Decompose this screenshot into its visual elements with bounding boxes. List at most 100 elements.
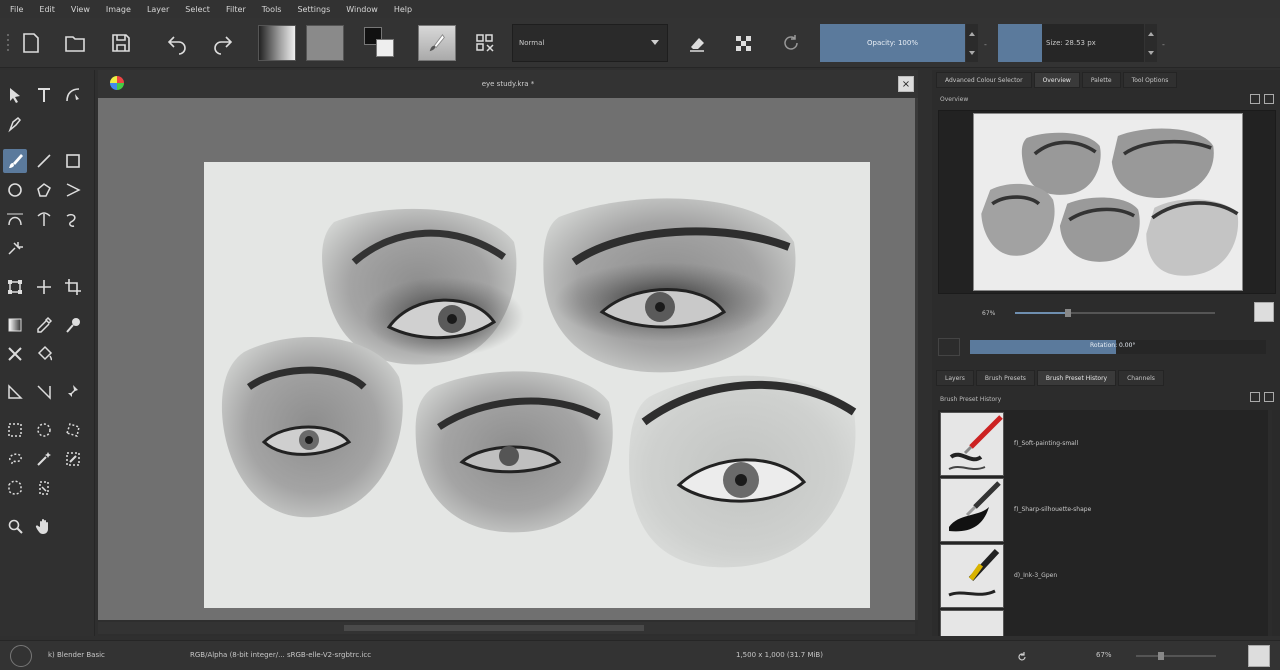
status-color-space[interactable]: RGB/Alpha (8-bit integer/... sRGB-elle-V… [190,651,371,659]
overview-zoom-handle[interactable] [1065,309,1072,317]
status-zoom[interactable]: 67% [1096,651,1112,659]
line-tool[interactable] [32,149,56,173]
menu-layer[interactable]: Layer [147,5,169,14]
menu-select[interactable]: Select [185,5,210,14]
brush-preset-button[interactable] [418,25,456,61]
color-sampler-tool[interactable] [32,313,56,337]
toolbar-grip-icon[interactable] [4,24,12,62]
float-panel-icon[interactable] [1250,94,1260,104]
zoom-tool[interactable] [3,514,27,538]
rectangular-selection-tool[interactable] [3,418,27,442]
status-zoom-slider[interactable] [1136,652,1216,660]
tab-brush-presets[interactable]: Brush Presets [975,370,1035,386]
menu-view[interactable]: View [71,5,90,14]
tab-tool-options[interactable]: Tool Options [1122,72,1178,88]
float-panel-icon[interactable] [1250,392,1260,402]
menu-window[interactable]: Window [346,5,378,14]
menu-help[interactable]: Help [394,5,412,14]
gradient-tool[interactable] [3,313,27,337]
calligraphy-tool[interactable] [3,112,27,136]
list-item[interactable]: f)_Sharp-silhouette-shape [940,478,1266,542]
save-button[interactable] [106,24,136,62]
list-item[interactable] [940,610,1266,636]
close-panel-icon[interactable] [1264,392,1274,402]
status-fit-button[interactable] [1248,645,1270,667]
menu-file[interactable]: File [10,5,23,14]
bezier-selection-tool[interactable] [3,476,27,500]
redo-button[interactable] [208,24,238,62]
tab-channels[interactable]: Channels [1118,370,1164,386]
rectangle-tool[interactable] [61,149,85,173]
tab-advanced-colour-selector[interactable]: Advanced Colour Selector [936,72,1032,88]
reload-preset-button[interactable] [776,24,806,62]
image-canvas[interactable] [204,162,870,608]
ellipse-tool[interactable] [3,178,27,202]
canvas-scroll-thumb[interactable] [344,625,644,631]
menu-tools[interactable]: Tools [262,5,282,14]
rotate-reset-icon[interactable] [1016,651,1028,665]
reference-images-tool[interactable] [61,380,85,404]
size-spinner[interactable] [1145,24,1157,62]
contiguous-selection-tool[interactable] [32,447,56,471]
opacity-slider[interactable]: Opacity: 100% [820,24,965,62]
pattern-selector[interactable] [306,25,344,61]
menu-edit[interactable]: Edit [39,5,55,14]
menu-filter[interactable]: Filter [226,5,246,14]
gradient-selector[interactable] [258,25,296,61]
menu-settings[interactable]: Settings [297,5,330,14]
canvas-vertical-scrollbar[interactable] [915,98,918,620]
bezier-curve-tool[interactable] [3,207,27,231]
eraser-mode-button[interactable] [682,24,712,62]
similar-color-selection-tool[interactable] [61,447,85,471]
measure-tool[interactable] [3,380,27,404]
canvas-viewport[interactable] [98,98,915,620]
open-document-button[interactable] [60,24,90,62]
edit-shapes-tool[interactable] [61,83,85,107]
freehand-selection-tool[interactable] [3,447,27,471]
text-tool[interactable] [32,83,56,107]
multibrush-tool[interactable] [3,236,27,260]
overview-zoom-slider[interactable] [1015,309,1216,317]
tab-palette[interactable]: Palette [1081,72,1121,88]
polygonal-selection-tool[interactable] [61,418,85,442]
list-item[interactable]: d)_Ink-3_Gpen [940,544,1266,608]
freehand-path-tool[interactable] [32,207,56,231]
polyline-tool[interactable] [61,178,85,202]
fill-tool[interactable] [32,342,56,366]
brush-preset-status-icon[interactable] [10,645,32,667]
fit-to-view-button[interactable] [1254,302,1274,322]
tab-layers[interactable]: Layers [936,370,974,386]
move-tool[interactable] [32,275,56,299]
list-item[interactable]: f)_Soft-painting-small [940,412,1266,476]
tab-overview[interactable]: Overview [1033,72,1080,88]
elliptical-selection-tool[interactable] [32,418,56,442]
close-panel-icon[interactable] [1264,94,1274,104]
mirror-view-icon[interactable] [938,338,960,356]
size-slider[interactable]: Size: 28.53 px [1042,24,1144,62]
freehand-brush-tool[interactable] [3,149,27,173]
tab-brush-preset-history[interactable]: Brush Preset History [1036,370,1117,386]
dynamic-brush-tool[interactable] [61,207,85,231]
polygon-tool[interactable] [32,178,56,202]
assistant-tool[interactable] [32,380,56,404]
undo-button[interactable] [162,24,192,62]
overview-thumbnail[interactable] [938,110,1276,294]
close-document-button[interactable]: × [898,76,914,92]
preserve-alpha-button[interactable] [728,24,758,62]
transform-tool[interactable] [3,275,27,299]
size-slider-fill[interactable] [998,24,1042,62]
select-shapes-tool[interactable] [3,83,27,107]
rotation-slider[interactable]: Rotation: 0.00° [970,340,1266,354]
foreground-background-color[interactable] [362,25,400,61]
new-document-button[interactable] [16,24,46,62]
crop-tool[interactable] [61,275,85,299]
opacity-spinner[interactable] [966,24,978,62]
canvas-horizontal-scrollbar[interactable] [98,622,915,634]
background-color-swatch[interactable] [376,39,394,57]
magnetic-selection-tool[interactable] [32,476,56,500]
pan-tool[interactable] [32,514,56,538]
preset-history-scrollbar[interactable] [1272,410,1280,636]
smart-patch-tool[interactable] [61,313,85,337]
colorize-mask-tool[interactable] [3,342,27,366]
menu-image[interactable]: Image [106,5,131,14]
